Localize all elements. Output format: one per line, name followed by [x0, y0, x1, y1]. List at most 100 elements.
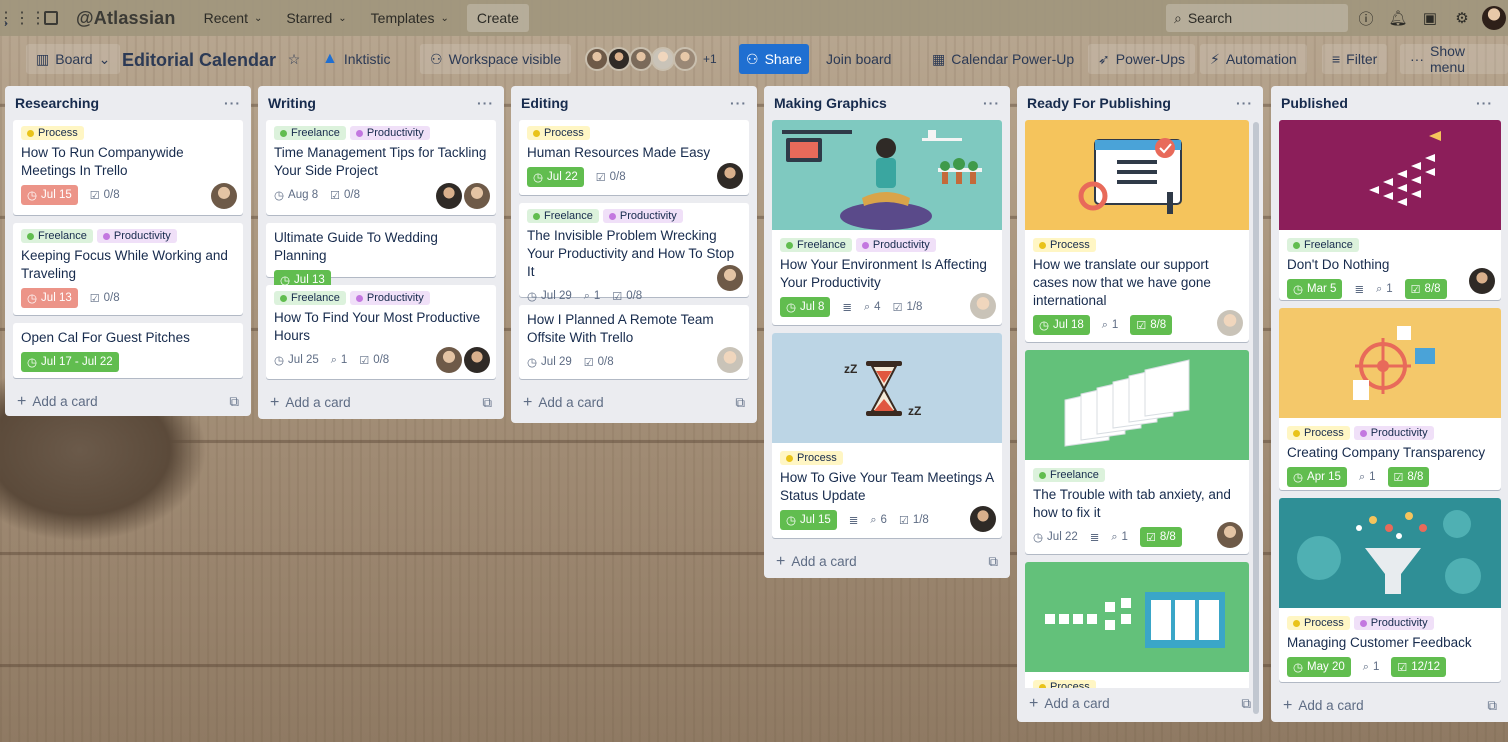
recent-menu-button[interactable]: Recent ⌄ [194, 4, 273, 32]
workspace-brand[interactable]: @Atlassian [76, 8, 176, 29]
app-switcher-icon[interactable]: ⋮⋮⋮ [0, 4, 46, 32]
card[interactable]: Open Cal For Guest Pitches ◷ Jul 17 - Jul… [13, 323, 243, 378]
list-title[interactable]: Researching [15, 95, 99, 111]
collapse-sidebar-icon[interactable]: › [4, 8, 8, 38]
member-avatar[interactable] [717, 347, 743, 373]
label-process[interactable]: Process [1033, 238, 1096, 252]
member-avatar[interactable] [1469, 268, 1495, 294]
list-menu-icon[interactable]: ··· [1236, 95, 1253, 111]
member-avatar[interactable] [629, 47, 653, 71]
label-process[interactable]: Process [780, 451, 843, 465]
list-title[interactable]: Editing [521, 95, 568, 111]
member-avatar[interactable] [607, 47, 631, 71]
info-icon[interactable]: ⓘ [1356, 8, 1376, 28]
due-date-badge[interactable]: ◷ Jul 22 [527, 167, 584, 187]
member-avatar[interactable] [436, 183, 462, 209]
share-button[interactable]: ⚇ Share [739, 44, 809, 74]
list-title[interactable]: Ready For Publishing [1027, 95, 1171, 111]
list-scrollbar[interactable] [1253, 122, 1259, 714]
label-process[interactable]: Process [1287, 426, 1350, 440]
member-avatar[interactable] [1217, 310, 1243, 336]
member-avatar[interactable] [585, 47, 609, 71]
list-menu-icon[interactable]: ··· [730, 95, 747, 111]
card[interactable]: Process Human Resources Made Easy ◷ Jul 2… [519, 120, 749, 195]
template-icon[interactable]: ⧉ [229, 394, 239, 410]
card[interactable]: Freelance Don't Do Nothing ◷ Mar 5 ≣ ⌕ 1 ☑… [1279, 120, 1501, 300]
label-process[interactable]: Process [21, 126, 84, 140]
bell-icon[interactable]: 🔔︎ [1388, 8, 1408, 28]
member-avatar[interactable] [673, 47, 697, 71]
label-freelance[interactable]: Freelance [527, 209, 599, 223]
card[interactable]: Freelance The Trouble with tab anxiety, … [1025, 350, 1249, 554]
calendar-powerup-button[interactable]: ▦ Calendar Power-Up [932, 44, 1074, 74]
card[interactable]: Freelance Productivity How Your Environm… [772, 120, 1002, 325]
show-menu-button[interactable]: ··· Show menu [1400, 43, 1508, 75]
label-process[interactable]: Process [1287, 616, 1350, 630]
member-avatar[interactable] [717, 163, 743, 189]
list-title[interactable]: Making Graphics [774, 95, 887, 111]
member-avatar[interactable] [1217, 522, 1243, 548]
label-freelance[interactable]: Freelance [780, 238, 852, 252]
card[interactable]: Freelance Productivity Time Management T… [266, 120, 496, 215]
card[interactable]: Process How we translate our support cas… [1025, 120, 1249, 342]
template-icon[interactable]: ⧉ [1487, 698, 1497, 714]
list-header[interactable]: Writing ··· [266, 86, 496, 120]
star-icon[interactable]: ☆ [282, 44, 306, 74]
list-menu-icon[interactable]: ··· [983, 95, 1000, 111]
join-board-button[interactable]: Join board [826, 44, 891, 74]
member-avatar[interactable] [436, 347, 462, 373]
template-icon[interactable]: ⧉ [988, 554, 998, 570]
due-date-badge[interactable]: ◷ Aug 8 [274, 185, 318, 205]
create-button[interactable]: Create [466, 4, 529, 32]
starred-menu-button[interactable]: Starred ⌄ [276, 4, 356, 32]
board-view-switcher[interactable]: ▥ Board ⌄ [26, 44, 121, 74]
due-date-badge[interactable]: ◷ Jul 13 [21, 288, 78, 308]
search-input[interactable]: ⌕ Search [1166, 4, 1348, 32]
add-card-button[interactable]: + Add a card ⧉ [519, 387, 749, 419]
label-freelance[interactable]: Freelance [274, 126, 346, 140]
card[interactable]: Ultimate Guide To Wedding Planning ◷ Jul … [266, 223, 496, 290]
list-header[interactable]: Researching ··· [13, 86, 243, 120]
add-card-button[interactable]: + Add a card ⧉ [266, 387, 496, 419]
member-avatar[interactable] [970, 506, 996, 532]
due-date-badge[interactable]: ◷ Jul 15 [780, 510, 837, 530]
list-header[interactable]: Making Graphics ··· [772, 86, 1002, 120]
member-avatar[interactable] [717, 265, 743, 291]
user-avatar[interactable] [1482, 6, 1506, 30]
list-header[interactable]: Published ··· [1279, 86, 1508, 120]
card[interactable]: Process [1025, 562, 1249, 688]
label-productivity[interactable]: Productivity [96, 229, 177, 243]
card[interactable]: How I Planned A Remote Team Offsite With… [519, 305, 749, 379]
label-freelance[interactable]: Freelance [1033, 468, 1105, 482]
label-productivity[interactable]: Productivity [1353, 426, 1434, 440]
card[interactable]: Process Productivity Managing Customer F… [1279, 498, 1501, 682]
label-productivity[interactable]: Productivity [349, 291, 430, 305]
list-menu-icon[interactable]: ··· [224, 95, 241, 111]
due-date-badge[interactable]: ◷ Jul 29 [527, 286, 572, 306]
label-productivity[interactable]: Productivity [855, 238, 936, 252]
card[interactable]: zZ zZ Process How To Give Your Team Meet… [772, 333, 1002, 538]
template-icon[interactable]: ⧉ [482, 395, 492, 411]
due-date-badge[interactable]: ◷ Jul 15 [21, 185, 78, 205]
gear-icon[interactable]: ⚙ [1452, 8, 1472, 28]
add-card-button[interactable]: + Add a card ⧉ [1025, 688, 1255, 720]
member-avatar[interactable] [970, 293, 996, 319]
card[interactable]: Process How To Run Companywide Meetings … [13, 120, 243, 215]
filter-button[interactable]: ≡ Filter [1322, 44, 1388, 74]
due-date-badge[interactable]: ◷ Jul 25 [274, 350, 319, 370]
template-icon[interactable]: ⧉ [1241, 696, 1251, 712]
member-avatar[interactable] [651, 47, 675, 71]
list-menu-icon[interactable]: ··· [1476, 95, 1493, 111]
card[interactable]: Freelance Productivity Keeping Focus Whi… [13, 223, 243, 315]
due-date-badge[interactable]: ◷ Jul 29 [527, 352, 572, 372]
label-freelance[interactable]: Freelance [274, 291, 346, 305]
due-date-badge[interactable]: ◷ Jul 22 [1033, 527, 1078, 547]
list-header[interactable]: Editing ··· [519, 86, 749, 120]
member-avatar[interactable] [211, 183, 237, 209]
card[interactable]: Process Productivity Creating Company Tr… [1279, 308, 1501, 490]
atlassian-switcher-icon[interactable]: ▣ [1420, 8, 1440, 28]
add-card-button[interactable]: + Add a card ⧉ [13, 386, 243, 418]
label-process[interactable]: Process [1033, 680, 1096, 688]
trello-logo-icon[interactable] [40, 7, 62, 29]
powerups-button[interactable]: ➶ Power-Ups [1088, 44, 1195, 74]
